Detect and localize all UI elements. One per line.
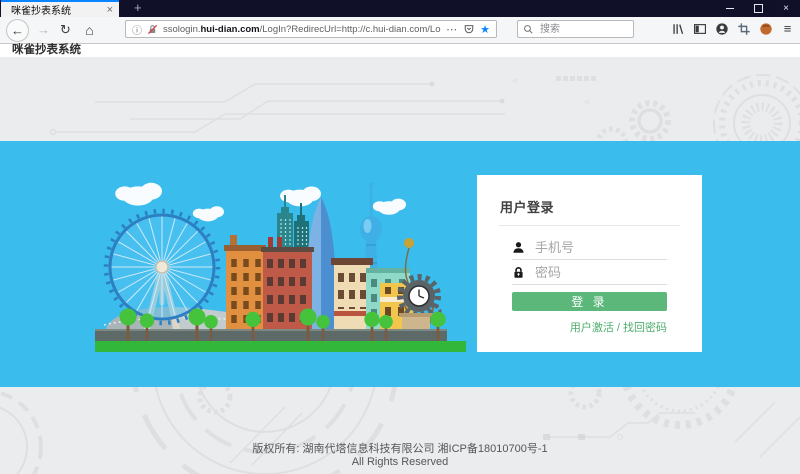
sidebar-icon[interactable] — [692, 21, 707, 36]
grass — [95, 341, 466, 352]
phone-field-row — [512, 235, 667, 260]
orange-building — [224, 235, 266, 329]
title-bar: 咪雀抄表系统 × + × — [0, 0, 800, 17]
svg-text:«: « — [512, 75, 518, 87]
new-tab-button[interactable]: + — [126, 0, 150, 17]
login-button[interactable]: 登 录 — [512, 292, 667, 311]
url-path: /LogIn?RedirecUrl=http://c.hui-dian.com/… — [260, 24, 442, 35]
url-prefix: ssologin. — [163, 24, 201, 35]
search-icon — [523, 24, 534, 35]
pocket-icon[interactable] — [463, 23, 475, 35]
password-input[interactable] — [533, 264, 667, 281]
home-button[interactable]: ⌂ — [79, 19, 100, 40]
person-icon — [512, 241, 525, 254]
tab-close-icon[interactable]: × — [101, 4, 119, 16]
close-button[interactable]: × — [772, 0, 800, 17]
minimize-icon — [726, 8, 734, 9]
footer: 版权所有: 湖南代塔信息科技有限公司 湘ICP备18010700号-1 All … — [0, 443, 800, 469]
search-input[interactable] — [538, 23, 628, 36]
divider — [499, 225, 680, 226]
bookmark-star-icon[interactable]: ★ — [480, 23, 490, 36]
account-icon[interactable] — [714, 21, 729, 36]
page-actions-icon[interactable]: ⋯ — [446, 23, 458, 36]
svg-text:«: « — [584, 96, 590, 108]
navigation-toolbar: ← → ↻ ⌂ ⓘ ssologin.hui-dian.com/LogIn?Re… — [0, 17, 800, 44]
info-icon[interactable]: ⓘ — [132, 22, 142, 37]
bottom-section: 版权所有: 湖南代塔信息科技有限公司 湘ICP备18010700号-1 All … — [0, 387, 800, 474]
account-links[interactable]: 用户激活 / 找回密码 — [512, 319, 667, 335]
url-bar[interactable]: ⓘ ssologin.hui-dian.com/LogIn?RedirecUrl… — [125, 20, 497, 38]
menu-icon[interactable]: ≡ — [780, 21, 795, 36]
city-illustration — [0, 141, 480, 387]
circuit-decoration-top: «« — [0, 57, 800, 141]
browser-tab[interactable]: 咪雀抄表系统 × — [1, 0, 119, 17]
login-card: 用户登录 登 录 用户激活 / 找回密码 — [477, 175, 702, 352]
forward-button[interactable]: → — [33, 19, 54, 40]
search-bar[interactable] — [517, 20, 634, 38]
reload-button[interactable]: ↻ — [55, 19, 76, 40]
top-decoration: «« — [0, 57, 800, 141]
tab-title: 咪雀抄表系统 — [1, 2, 101, 17]
library-icon[interactable] — [670, 21, 685, 36]
footer-rights: All Rights Reserved — [0, 456, 800, 469]
password-field-row — [512, 260, 667, 285]
login-title: 用户登录 — [500, 197, 702, 216]
site-logo: 咪雀抄表系统 — [12, 44, 81, 57]
page-header: 咪雀抄表系统 — [0, 44, 800, 57]
minimize-button[interactable] — [716, 0, 744, 17]
maximize-button[interactable] — [744, 0, 772, 17]
phone-input[interactable] — [533, 239, 667, 256]
insecure-lock-icon — [147, 24, 158, 35]
hero-band: 用户登录 登 录 用户激活 / 找回密码 — [0, 141, 800, 387]
back-button[interactable]: ← — [6, 19, 29, 42]
lock-icon — [512, 266, 525, 279]
url-domain: hui-dian.com — [201, 24, 260, 35]
footer-copyright: 版权所有: 湖南代塔信息科技有限公司 湘ICP备18010700号-1 — [0, 443, 800, 456]
screenshot-crop-icon[interactable] — [736, 21, 751, 36]
maximize-icon — [754, 4, 763, 13]
url-text: ssologin.hui-dian.com/LogIn?RedirecUrl=h… — [163, 24, 441, 35]
window-controls: × — [716, 0, 800, 17]
extension-icon[interactable] — [758, 21, 773, 36]
